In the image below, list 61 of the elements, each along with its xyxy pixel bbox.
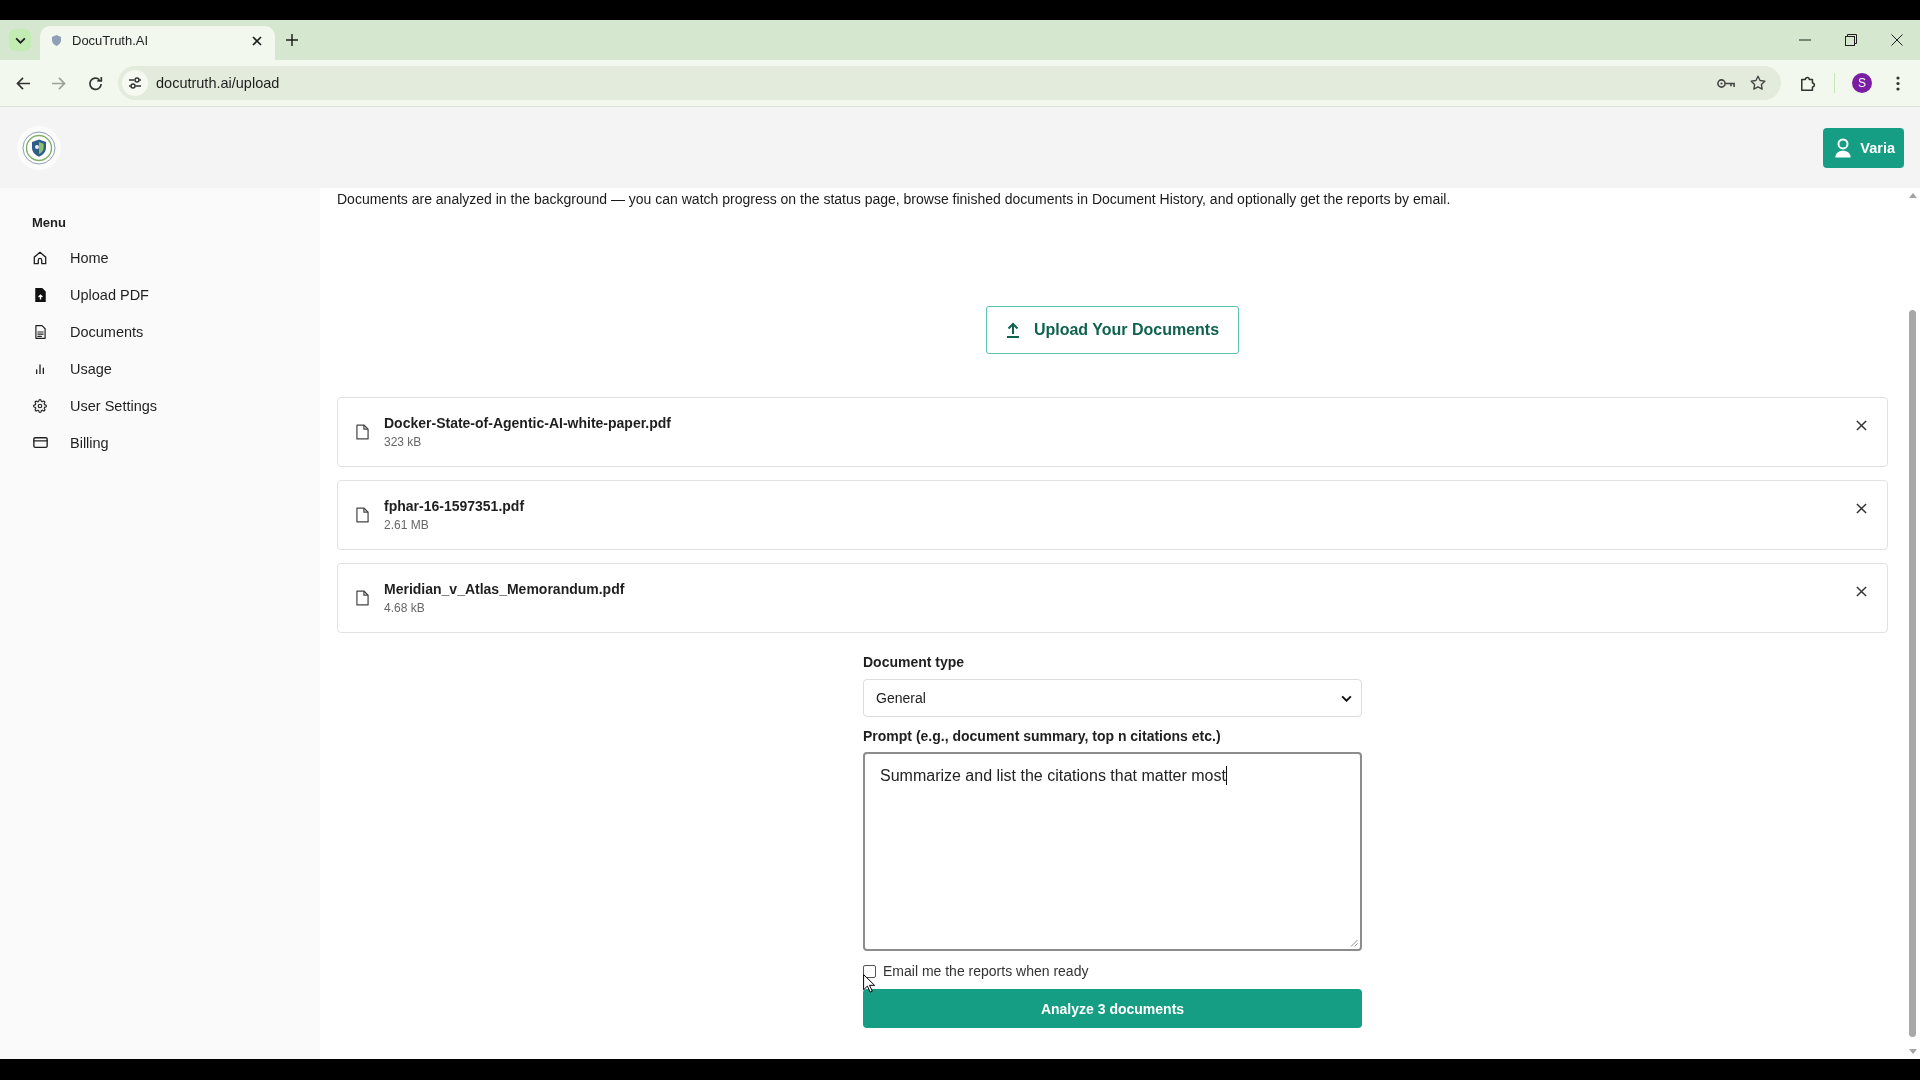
close-icon[interactable]	[252, 35, 262, 46]
sidebar-item[interactable]: Upload PDF	[32, 276, 320, 313]
intro-text: Documents are analyzed in the background — you can watch progress on the status page, browse finished documents in Document History, and optionally get the reports by email.	[337, 190, 1452, 209]
puzzle-piece-icon[interactable]	[1800, 74, 1816, 92]
browser-tab[interactable]: DocuTruth.AI	[40, 26, 275, 60]
remove-file-button[interactable]	[1856, 419, 1867, 431]
checkbox-label[interactable]: Email me the reports when ready	[883, 963, 1089, 979]
new-tab-icon[interactable]	[286, 34, 298, 46]
sidebar-item[interactable]: Home	[32, 239, 320, 276]
tab-list-button[interactable]	[9, 29, 31, 51]
prompt-field[interactable]: Summarize and list the citations that matter most	[863, 752, 1362, 951]
file-size: 323 kB	[384, 434, 423, 450]
sidebar-item[interactable]: Billing	[32, 424, 320, 461]
sidebar-item[interactable]: Usage	[32, 350, 320, 387]
profile-avatar[interactable]: S	[1852, 73, 1872, 93]
field-label: Document type	[863, 653, 966, 671]
scrollbar-thumb[interactable]	[1909, 310, 1916, 1037]
home-icon	[33, 250, 47, 265]
key-icon[interactable]	[1717, 77, 1735, 89]
restore-icon[interactable]	[1845, 34, 1857, 46]
file-size: 2.61 MB	[384, 517, 430, 533]
star-icon[interactable]	[1750, 75, 1766, 91]
file-icon	[356, 590, 369, 606]
site-settings-icon[interactable]	[122, 70, 148, 96]
settings-icon	[33, 398, 47, 413]
shield-logo-icon[interactable]	[22, 130, 56, 165]
reload-icon[interactable]	[88, 75, 103, 91]
remove-file-button[interactable]	[1856, 502, 1867, 514]
close-icon	[1856, 502, 1867, 514]
credit-card-icon	[32, 437, 48, 448]
file-name: Docker-State-of-Agentic-AI-white-paper.pdf	[384, 414, 672, 432]
upload-icon	[1005, 322, 1020, 338]
file-size: 4.68 kB	[384, 600, 426, 616]
close-icon[interactable]	[1891, 34, 1903, 46]
sidebar-item[interactable]: User Settings	[32, 387, 320, 424]
email-checkbox[interactable]	[863, 964, 876, 978]
file-name: fphar-16-1597351.pdf	[384, 497, 526, 515]
more-menu-icon[interactable]	[1896, 75, 1900, 91]
sidebar-item[interactable]: Documents	[32, 313, 320, 350]
upload-button[interactable]: Upload Your Documents	[986, 306, 1239, 354]
document-type-select[interactable]: General	[863, 679, 1362, 717]
close-icon	[1856, 419, 1867, 431]
text-cursor-icon	[1225, 766, 1227, 785]
close-icon	[1856, 585, 1867, 597]
remove-file-button[interactable]	[1856, 585, 1867, 597]
bar-chart-icon	[35, 363, 45, 374]
file-icon	[356, 507, 369, 523]
mouse-pointer-icon	[863, 974, 875, 993]
field-label: Prompt (e.g., document summary, top n citations etc.)	[863, 727, 1222, 745]
resize-grip-icon[interactable]	[1350, 939, 1358, 947]
menu-heading: Menu	[32, 215, 67, 230]
chevron-down-icon	[1341, 694, 1352, 702]
shield-favicon-icon	[52, 35, 61, 46]
file-icon	[356, 424, 369, 440]
file-upload-icon	[34, 287, 46, 302]
chevron-down-icon	[14, 36, 26, 44]
document-icon	[34, 324, 46, 339]
file-name: Meridian_v_Atlas_Memorandum.pdf	[384, 580, 626, 598]
address-bar[interactable]: docutruth.ai/upload	[118, 66, 1781, 100]
user-icon	[1834, 137, 1853, 158]
back-arrow-icon[interactable]	[16, 76, 31, 90]
